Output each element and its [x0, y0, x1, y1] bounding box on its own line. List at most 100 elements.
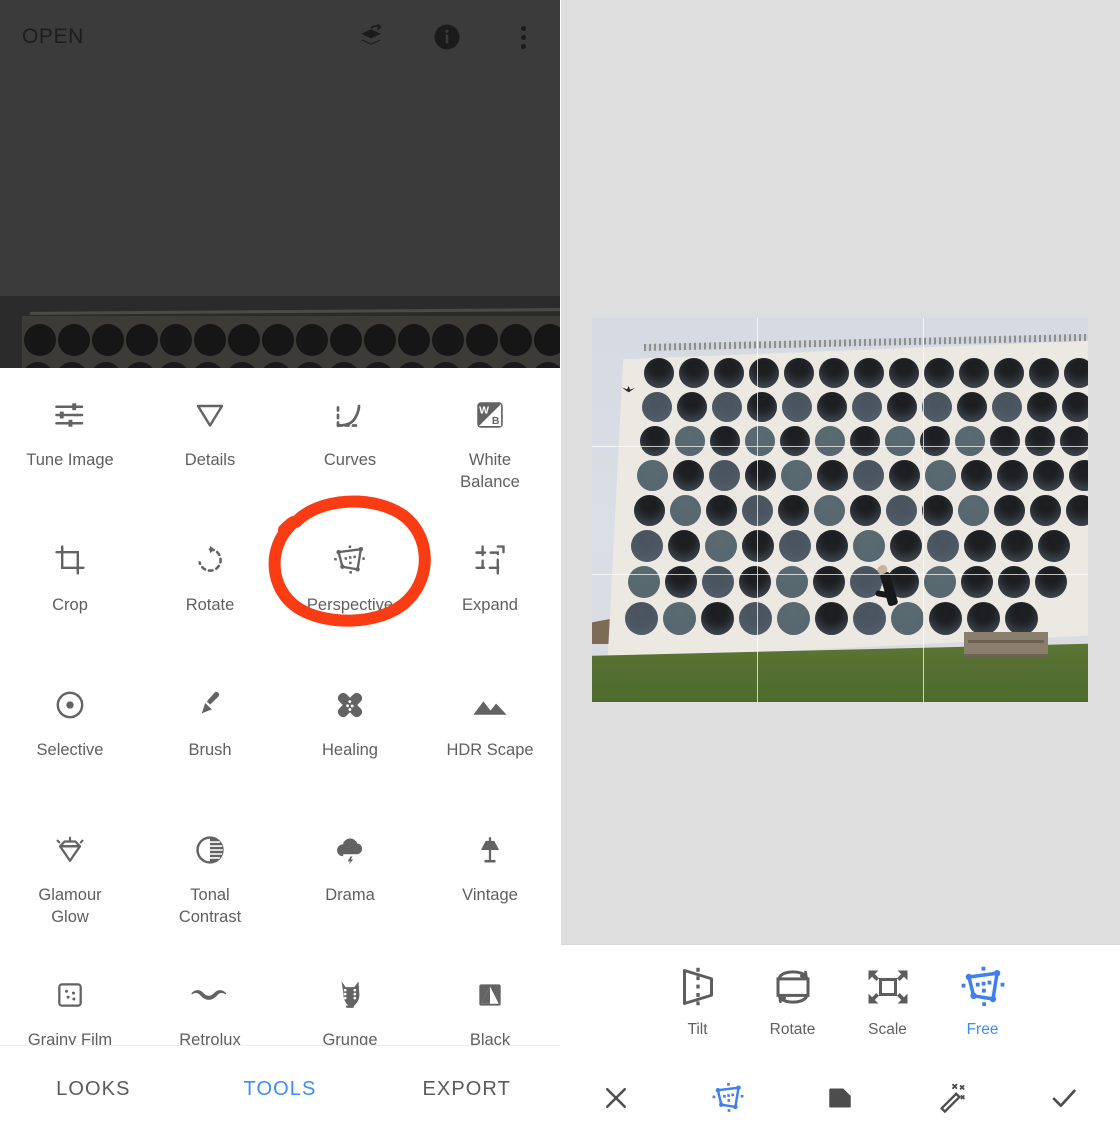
- dimmed-building-photo: [0, 296, 560, 376]
- tool-label: Drama: [325, 886, 375, 904]
- window-row: [642, 392, 1088, 422]
- curves-icon: [332, 390, 368, 440]
- left-panel-tools-view: OPEN Tune Image Details Curves W B White…: [0, 0, 560, 1133]
- bird: [622, 380, 635, 393]
- stack-undo-icon[interactable]: [356, 22, 386, 52]
- tool-glamour-glow[interactable]: Glamour Glow: [0, 803, 140, 948]
- top-bar: OPEN: [0, 0, 560, 74]
- window-row: [634, 495, 1088, 526]
- tool-label: Glamour Glow: [38, 886, 102, 926]
- tool-label: Vintage: [462, 886, 518, 904]
- tool-details[interactable]: Details: [140, 368, 280, 513]
- window-row: [625, 602, 1038, 635]
- snapseed-composite-screenshot: OPEN Tune Image Details Curves W B White…: [0, 0, 1120, 1133]
- hdr-scape-icon: [472, 680, 508, 730]
- apply-button[interactable]: [1008, 1082, 1120, 1114]
- window-row: [644, 358, 1088, 388]
- svg-text:W: W: [479, 406, 489, 417]
- tune-icon: [52, 390, 88, 440]
- scale-icon: [864, 959, 912, 1015]
- nav-looks[interactable]: LOOKS: [0, 1078, 187, 1101]
- cancel-button[interactable]: [560, 1083, 672, 1113]
- window-row: [628, 566, 1067, 598]
- rotate-3d-icon: [769, 959, 817, 1015]
- tool-rotate[interactable]: Rotate: [140, 513, 280, 658]
- window-row: [637, 460, 1088, 491]
- perspective-button[interactable]: [672, 1081, 784, 1115]
- white-balance-icon: W B: [473, 390, 507, 440]
- nav-tools[interactable]: TOOLS: [187, 1078, 374, 1101]
- crop-icon: [53, 535, 87, 585]
- svg-text:B: B: [492, 416, 500, 427]
- window-grid: [592, 348, 1088, 648]
- grunge-icon: [334, 970, 366, 1020]
- right-panel-perspective-view: Tilt Rotate Scale Free: [560, 0, 1120, 1133]
- roofline: [29, 308, 560, 315]
- glamour-glow-icon: [53, 825, 87, 875]
- photo-canvas[interactable]: [560, 0, 1120, 944]
- tool-label: Curves: [323, 451, 377, 469]
- overflow-menu-icon[interactable]: [508, 22, 538, 52]
- mode-label: Free: [966, 1021, 999, 1038]
- healing-icon: [333, 680, 367, 730]
- open-button[interactable]: OPEN: [22, 25, 84, 49]
- tool-label: Healing: [322, 741, 378, 759]
- tool-crop[interactable]: Crop: [0, 513, 140, 658]
- tool-label: Selective: [36, 741, 104, 759]
- drama-icon: [333, 825, 367, 875]
- panel-divider: [560, 0, 561, 1133]
- tool-white-balance[interactable]: W B White Balance: [420, 368, 560, 513]
- edited-photo[interactable]: [592, 318, 1088, 702]
- bottom-navigation: LOOKS TOOLS EXPORT: [0, 1045, 560, 1133]
- tool-label: Tune Image: [26, 451, 114, 469]
- expand-icon: [473, 535, 507, 585]
- grainy-film-icon: [54, 970, 86, 1020]
- tool-tonal-contrast[interactable]: Tonal Contrast: [140, 803, 280, 948]
- tool-label: HDR Scape: [446, 741, 534, 759]
- tool-label: White Balance: [460, 451, 520, 491]
- rotate-icon: [193, 535, 227, 585]
- tool-expand[interactable]: Expand: [420, 513, 560, 658]
- tool-label: Brush: [188, 741, 232, 759]
- nav-export[interactable]: EXPORT: [373, 1078, 560, 1101]
- mode-free[interactable]: Free: [935, 959, 1030, 1039]
- tool-label: Rotate: [185, 596, 235, 614]
- tool-label: Expand: [462, 596, 518, 614]
- action-bar: [560, 1062, 1120, 1133]
- tool-label: Perspective: [306, 596, 394, 614]
- tonal-contrast-icon: [193, 825, 227, 875]
- auto-adjust-button[interactable]: [896, 1082, 1008, 1114]
- fill-mode-button[interactable]: [784, 1083, 896, 1113]
- mode-label: Rotate: [769, 1021, 816, 1038]
- selective-icon: [53, 680, 87, 730]
- window-row: [631, 530, 1070, 562]
- retrolux-icon: [190, 970, 230, 1020]
- topbar-icon-group: [356, 22, 538, 52]
- tool-selective[interactable]: Selective: [0, 658, 140, 803]
- brush-icon: [193, 680, 227, 730]
- tool-label: Tonal Contrast: [178, 886, 242, 926]
- tool-perspective[interactable]: Perspective: [280, 513, 420, 658]
- details-icon: [192, 390, 228, 440]
- tool-drama[interactable]: Drama: [280, 803, 420, 948]
- window-row: [640, 426, 1088, 456]
- tool-curves[interactable]: Curves: [280, 368, 420, 513]
- vintage-icon: [473, 825, 507, 875]
- mode-label: Tilt: [687, 1021, 708, 1038]
- tool-label: Crop: [52, 596, 88, 614]
- tools-sheet: Tune Image Details Curves W B White Bala…: [0, 368, 560, 1133]
- tool-vintage[interactable]: Vintage: [420, 803, 560, 948]
- tool-hdr-scape[interactable]: HDR Scape: [420, 658, 560, 803]
- info-icon[interactable]: [432, 22, 462, 52]
- tool-tune-image[interactable]: Tune Image: [0, 368, 140, 513]
- free-warp-icon: [958, 959, 1008, 1015]
- mode-scale[interactable]: Scale: [840, 959, 935, 1039]
- tool-brush[interactable]: Brush: [140, 658, 280, 803]
- black-white-icon: [474, 970, 506, 1020]
- tool-label: Details: [184, 451, 236, 469]
- mode-label: Scale: [868, 1021, 907, 1038]
- park-bench: [964, 632, 1048, 654]
- mode-rotate[interactable]: Rotate: [745, 959, 840, 1039]
- tool-healing[interactable]: Healing: [280, 658, 420, 803]
- mode-tilt[interactable]: Tilt: [650, 959, 745, 1039]
